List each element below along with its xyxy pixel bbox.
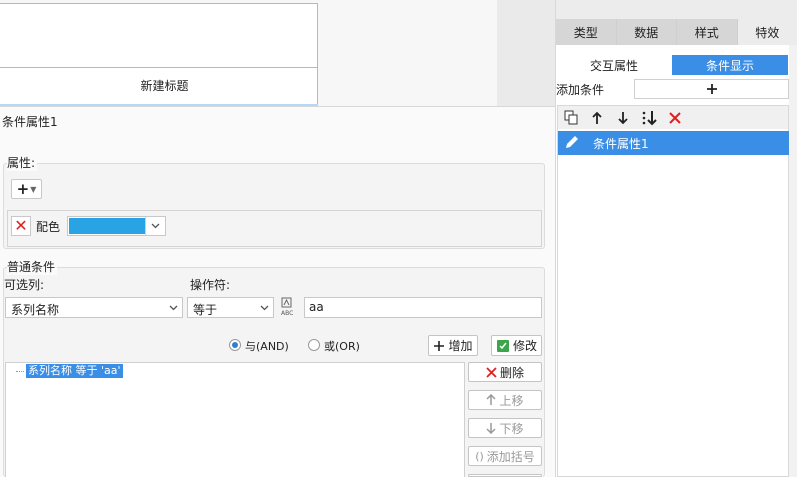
or-label: 或(OR) xyxy=(324,340,360,353)
delete-icon[interactable] xyxy=(666,109,684,127)
bracket-icon: () xyxy=(475,449,484,463)
tab-style[interactable]: 样式 xyxy=(677,19,737,45)
bracket-button-label: 添加括号 xyxy=(486,449,535,464)
plus-icon xyxy=(434,340,445,351)
move-up-button[interactable]: 上移 xyxy=(468,390,542,410)
move-down-button[interactable]: 下移 xyxy=(468,418,542,438)
close-icon xyxy=(486,366,497,378)
add-button-label: 增加 xyxy=(448,339,473,353)
svg-text:ABC: ABC xyxy=(281,310,293,317)
or-radio[interactable] xyxy=(308,339,320,351)
condition-properties-list xyxy=(557,105,789,477)
chevron-down-icon xyxy=(255,298,273,317)
add-condition-plus-button[interactable] xyxy=(634,79,789,99)
tab-type[interactable]: 类型 xyxy=(556,19,616,45)
tree-connector xyxy=(16,371,24,372)
scrollbar[interactable] xyxy=(789,45,797,477)
arrow-up-icon xyxy=(486,394,497,405)
color-picker[interactable] xyxy=(67,216,166,236)
add-property-button[interactable]: + ▼ xyxy=(11,179,42,199)
copy-icon[interactable] xyxy=(562,109,580,127)
condition-list[interactable] xyxy=(5,362,465,477)
properties-label: 属性: xyxy=(7,154,38,171)
operator-select-value: 等于 xyxy=(193,303,218,317)
property-tabs: 类型 数据 样式 特效 xyxy=(556,19,797,45)
list-item[interactable]: 系列名称 等于 'aa' xyxy=(26,364,123,378)
modify-icon xyxy=(496,339,509,352)
plus-icon: + xyxy=(16,180,30,198)
delete-button-label: 删除 xyxy=(499,365,524,380)
add-bracket-button[interactable]: () 添加括号 xyxy=(468,446,542,466)
down-button-label: 下移 xyxy=(499,421,524,436)
tab-data[interactable]: 数据 xyxy=(616,19,676,45)
delete-condition-button[interactable]: 删除 xyxy=(468,362,542,382)
column-select-value: 系列名称 xyxy=(11,303,60,317)
chevron-down-icon: ▼ xyxy=(30,184,37,194)
subtab-interaction[interactable]: 交互属性 xyxy=(556,55,672,75)
preview-margin xyxy=(497,0,555,106)
chevron-down-icon xyxy=(164,298,182,317)
operator-select[interactable]: 等于 xyxy=(187,297,274,318)
remove-property-button[interactable]: ✕ xyxy=(11,216,31,236)
arrow-down-icon xyxy=(486,423,497,434)
list-item-label: 条件属性1 xyxy=(593,137,649,151)
preview-cell-empty xyxy=(0,3,318,68)
modify-button-label: 修改 xyxy=(512,339,537,353)
and-label: 与(AND) xyxy=(245,340,289,353)
color-swatch-fill xyxy=(69,218,146,234)
operator-label: 操作符: xyxy=(190,278,231,292)
column-select[interactable]: 系列名称 xyxy=(5,297,183,318)
list-toolbar xyxy=(558,106,788,129)
dialog-title: 条件属性1 xyxy=(2,115,58,129)
right-panel-header xyxy=(556,0,797,19)
color-property-label: 配色 xyxy=(36,220,61,234)
tab-effects[interactable]: 特效 xyxy=(737,19,797,45)
close-icon: ✕ xyxy=(14,216,28,235)
move-bottom-icon[interactable] xyxy=(640,109,658,127)
column-label: 可选列: xyxy=(4,278,45,292)
effect-subtabs: 交互属性 条件显示 xyxy=(556,55,789,75)
value-input[interactable]: aa xyxy=(304,297,542,318)
chevron-down-icon[interactable] xyxy=(145,217,165,235)
list-item[interactable]: 条件属性1 xyxy=(558,131,789,155)
abc-formula-icon[interactable]: ABC xyxy=(279,296,299,318)
condition-group-label: 普通条件 xyxy=(7,258,58,275)
subtab-conditional-display[interactable]: 条件显示 xyxy=(672,55,788,75)
arrow-up-icon[interactable] xyxy=(588,109,606,127)
arrow-down-icon[interactable] xyxy=(614,109,632,127)
plus-icon xyxy=(706,84,717,94)
add-condition-button[interactable]: 增加 xyxy=(428,335,478,356)
edit-icon xyxy=(566,136,578,148)
preview-cell-title: 新建标题 xyxy=(0,67,318,105)
up-button-label: 上移 xyxy=(499,393,524,408)
add-condition-label: 添加条件 xyxy=(556,83,605,97)
modify-condition-button[interactable]: 修改 xyxy=(491,335,542,356)
and-radio[interactable] xyxy=(229,339,241,351)
